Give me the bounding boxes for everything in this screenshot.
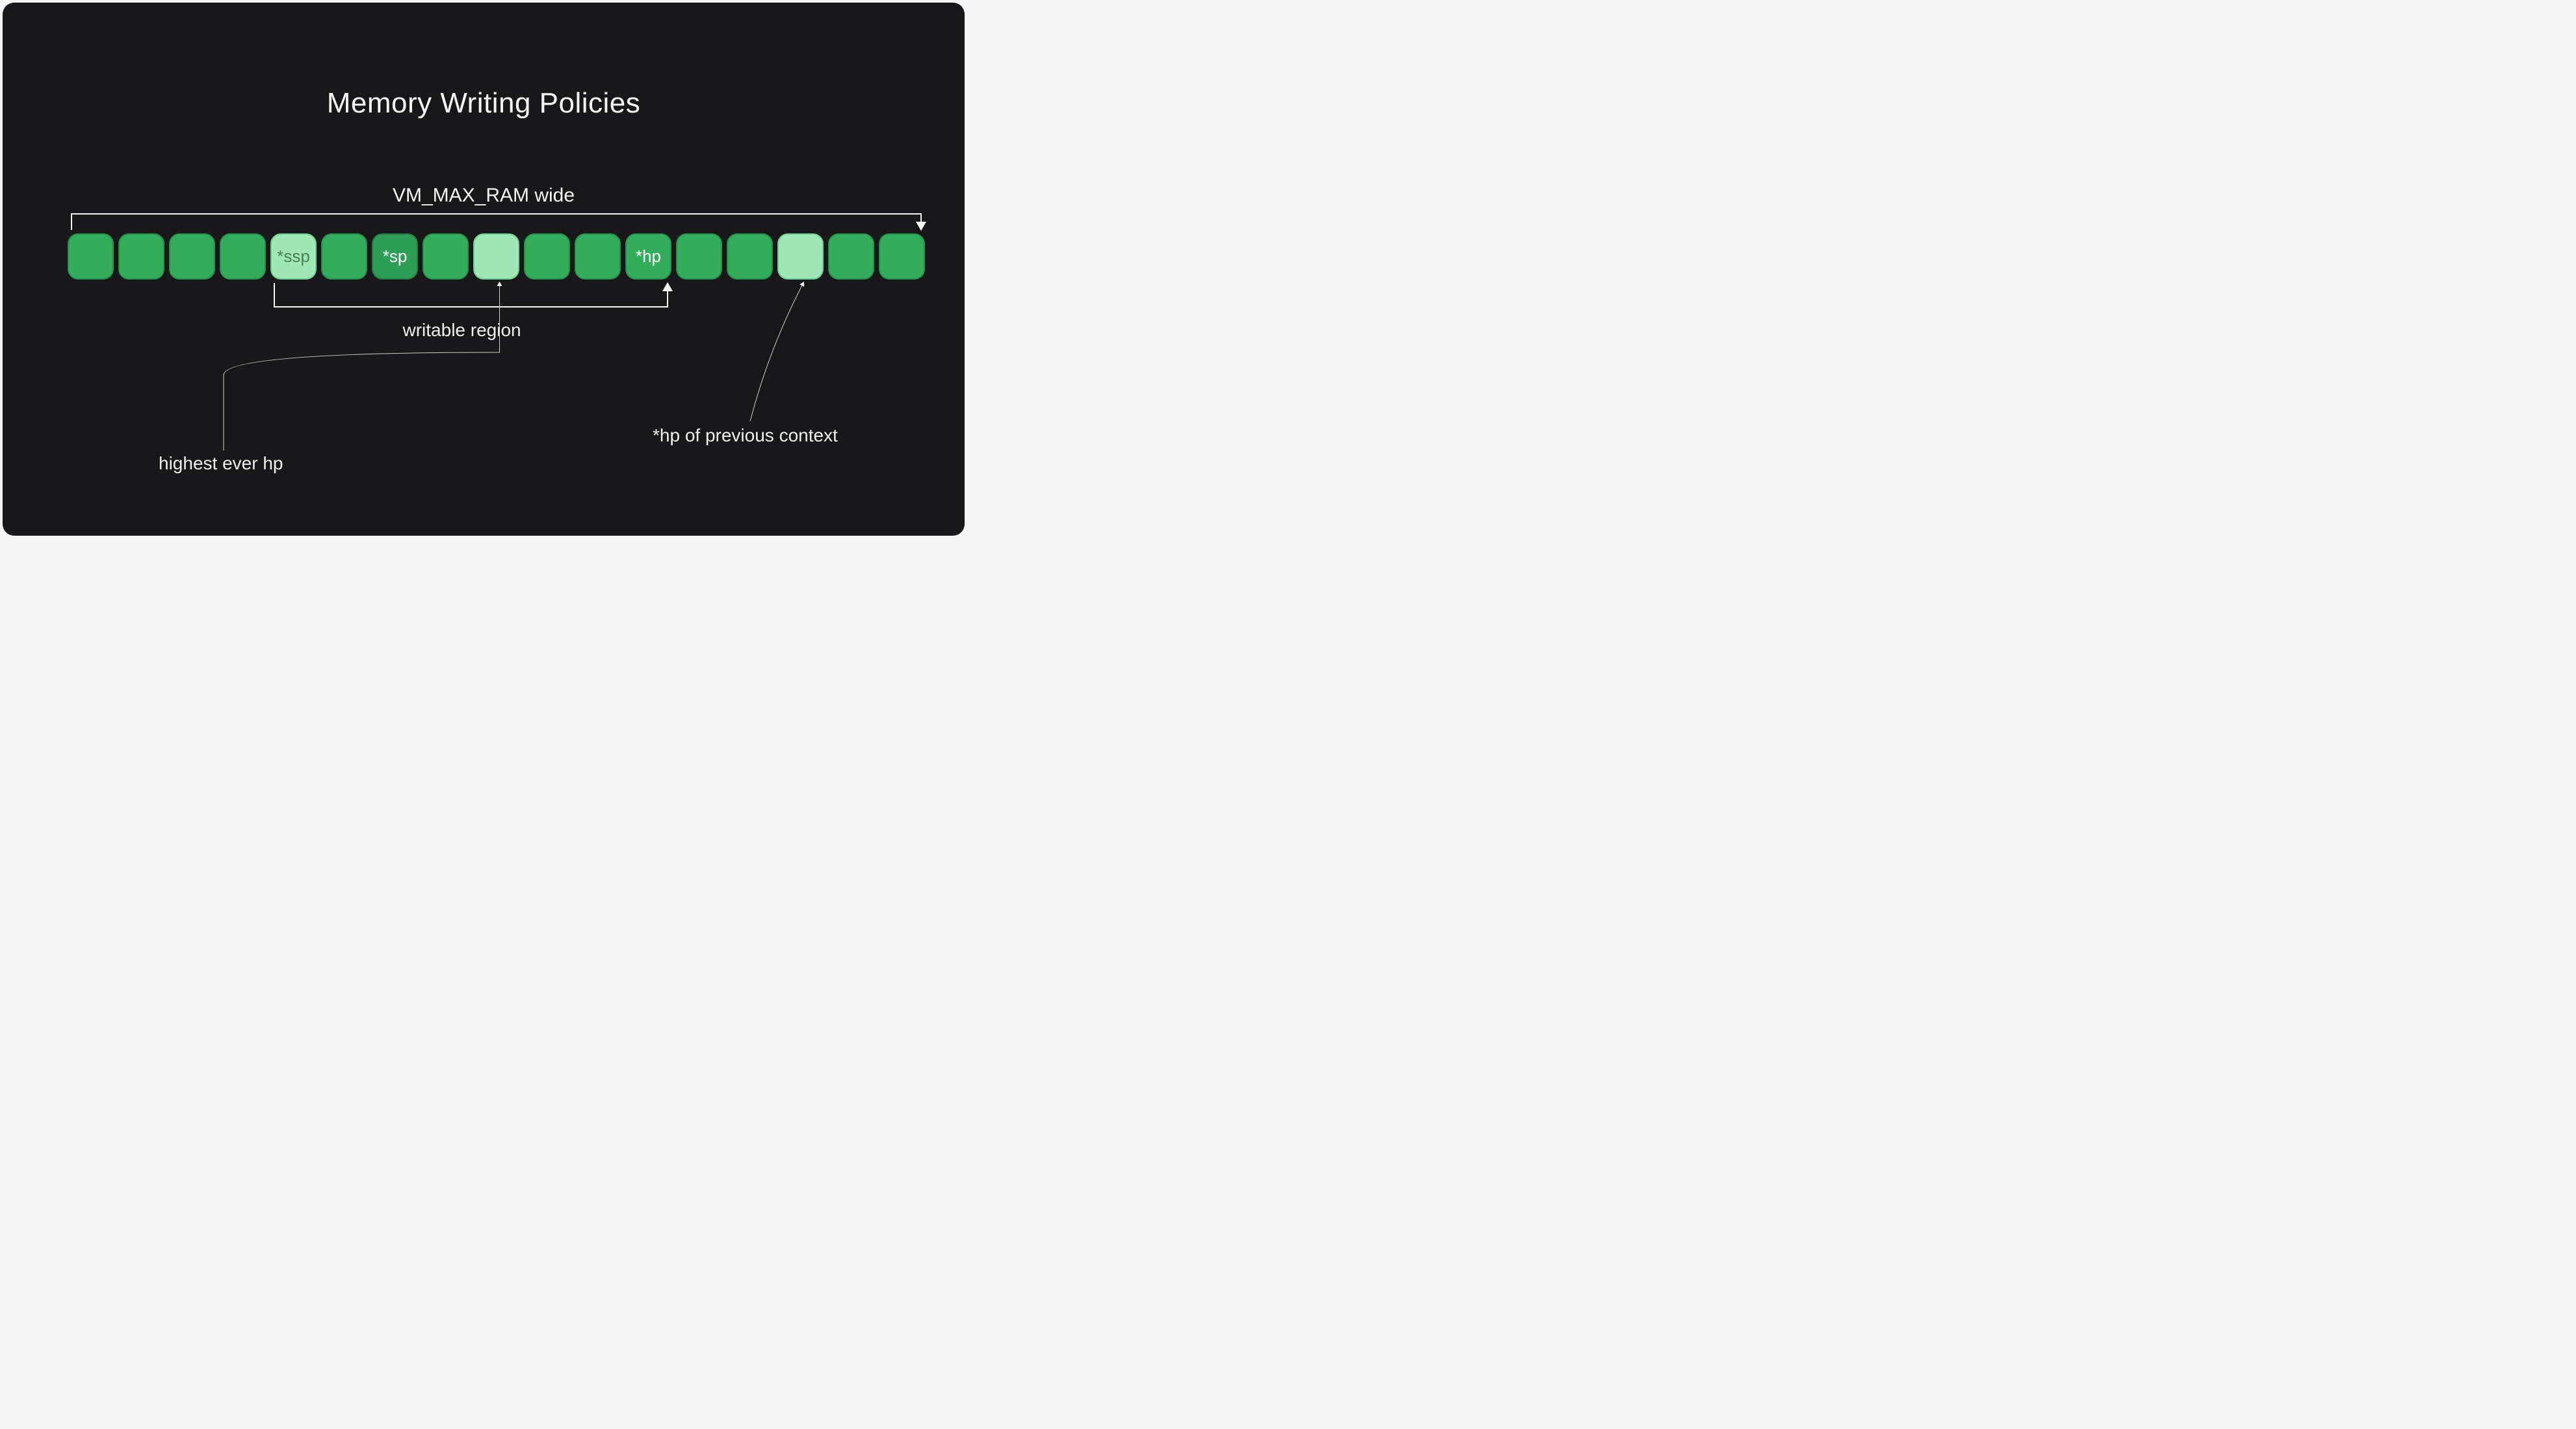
cell-15	[828, 233, 874, 280]
cell-8	[473, 233, 519, 280]
cell-3	[220, 233, 266, 280]
cell-16	[879, 233, 925, 280]
diagram-frame: Memory Writing Policies VM_MAX_RAM wide …	[3, 3, 965, 536]
cell-ssp: *ssp	[270, 233, 317, 280]
cell-13	[727, 233, 773, 280]
diagram-title: Memory Writing Policies	[3, 87, 965, 120]
cell-sp: *sp	[372, 233, 418, 280]
cell-7	[423, 233, 469, 280]
cell-0	[68, 233, 114, 280]
cell-2	[169, 233, 215, 280]
label-writable-region: writable region	[403, 320, 521, 341]
cell-12	[676, 233, 722, 280]
cell-14	[777, 233, 824, 280]
cell-hp: *hp	[625, 233, 671, 280]
memory-cells-row: *ssp *sp *hp	[68, 233, 925, 280]
cell-5	[321, 233, 367, 280]
cell-10	[575, 233, 621, 280]
cell-9	[524, 233, 570, 280]
cell-1	[118, 233, 164, 280]
label-highest-hp: highest ever hp	[159, 453, 283, 474]
top-span-label: VM_MAX_RAM wide	[3, 185, 965, 207]
label-prev-hp: *hp of previous context	[653, 425, 838, 446]
